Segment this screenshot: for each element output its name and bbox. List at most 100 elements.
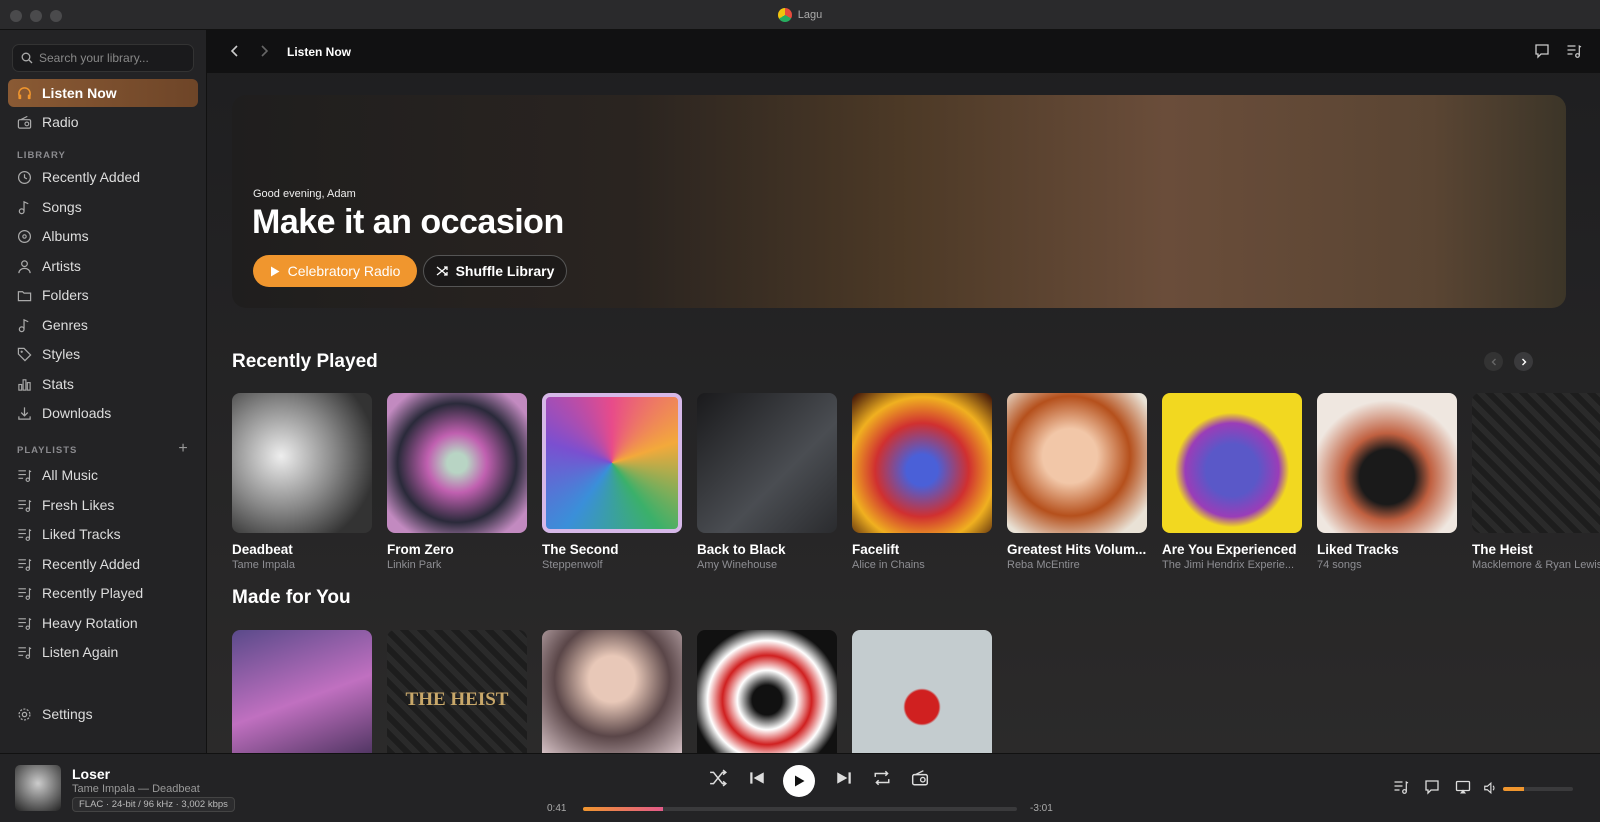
album-cover [1317, 393, 1457, 533]
chevron-right-icon [1521, 358, 1526, 365]
sidebar-item-all-music[interactable]: All Music [8, 461, 198, 489]
progress-fill [583, 807, 664, 811]
album-card-greatest-hits[interactable]: Greatest Hits Volum... Reba McEntire [1007, 393, 1147, 571]
lyrics-icon[interactable] [1424, 779, 1440, 795]
album-cover [387, 393, 527, 533]
search-icon [21, 52, 33, 64]
album-card-the-second[interactable]: The Second Steppenwolf [542, 393, 682, 571]
hero-headline: Make it an occasion [252, 203, 564, 241]
previous-track-icon[interactable] [748, 769, 766, 787]
sidebar-item-fresh-likes[interactable]: Fresh Likes [8, 491, 198, 519]
remaining-time: -3:01 [1030, 803, 1053, 814]
mix-cover [232, 630, 372, 753]
bar-chart-icon [18, 378, 31, 391]
clock-icon [17, 170, 32, 184]
now-playing-title[interactable]: Loser [72, 766, 110, 782]
search-input[interactable] [39, 51, 189, 65]
sidebar-item-genres[interactable]: Genres [8, 311, 198, 339]
sidebar-item-recently-played[interactable]: Recently Played [8, 579, 198, 607]
mix-card[interactable] [852, 630, 992, 753]
album-cover [542, 393, 682, 533]
playlist-icon [18, 587, 32, 600]
radio-icon [17, 115, 32, 129]
radio-icon[interactable] [911, 769, 929, 787]
sidebar-item-stats[interactable]: Stats [8, 370, 198, 398]
now-playing-artwork[interactable] [15, 765, 61, 811]
playlist-icon [18, 617, 32, 630]
sidebar-item-liked-tracks[interactable]: Liked Tracks [8, 520, 198, 548]
album-card-deadbeat[interactable]: Deadbeat Tame Impala [232, 393, 372, 571]
album-cover [1472, 393, 1600, 533]
audio-format-badge: FLAC · 24-bit / 96 kHz · 3,002 kbps [72, 797, 235, 812]
sidebar-item-listen-again[interactable]: Listen Again [8, 638, 198, 666]
lyrics-icon[interactable] [1534, 43, 1550, 59]
album-card-liked-tracks[interactable]: Liked Tracks 74 songs [1317, 393, 1457, 571]
sidebar-item-recently-added[interactable]: Recently Added [8, 163, 198, 191]
hero-greeting: Good evening, Adam [253, 188, 356, 200]
headphones-icon [18, 86, 31, 99]
mix-card[interactable] [697, 630, 837, 753]
sidebar-item-downloads[interactable]: Downloads [8, 399, 198, 427]
celebratory-radio-button[interactable]: Celebratory Radio [253, 255, 417, 287]
app-logo-icon [777, 8, 792, 22]
airplay-icon[interactable] [1455, 779, 1471, 795]
shuffle-icon[interactable] [709, 769, 727, 787]
shuffle-library-button[interactable]: Shuffle Library [423, 255, 567, 287]
page-title: Listen Now [287, 45, 352, 59]
sidebar-item-albums[interactable]: Albums [8, 222, 198, 250]
sidebar-item-settings[interactable]: Settings [8, 700, 198, 728]
mix-cover [542, 630, 682, 753]
queue-icon[interactable] [1393, 779, 1409, 795]
sidebar-item-heavy-rotation[interactable]: Heavy Rotation [8, 609, 198, 637]
album-card-are-you-experienced[interactable]: Are You Experienced The Jimi Hendrix Exp… [1162, 393, 1302, 571]
album-cover [1007, 393, 1147, 533]
sidebar-item-folders[interactable]: Folders [8, 281, 198, 309]
library-section-label: LIBRARY [17, 150, 66, 161]
title-bar: Lagu [0, 0, 1600, 30]
now-playing-artist[interactable]: Tame Impala — Deadbeat [72, 783, 200, 795]
person-icon [18, 259, 31, 273]
add-playlist-button[interactable]: + [175, 440, 191, 458]
album-cover [232, 393, 372, 533]
sidebar: Listen Now Radio LIBRARY Recently Added … [0, 30, 207, 753]
download-icon [18, 406, 31, 420]
album-cover [697, 393, 837, 533]
album-card-the-heist[interactable]: The Heist Macklemore & Ryan Lewis [1472, 393, 1600, 571]
volume-fill [1503, 787, 1524, 791]
window-title: Lagu [0, 8, 1600, 22]
sidebar-item-songs[interactable]: Songs [8, 193, 198, 221]
playlist-icon [18, 499, 32, 512]
mix-cover [852, 630, 992, 753]
sidebar-item-radio[interactable]: Radio [8, 108, 198, 136]
shuffle-icon [436, 266, 448, 276]
album-card-from-zero[interactable]: From Zero Linkin Park [387, 393, 527, 571]
album-cover [1162, 393, 1302, 533]
player-bar: Loser Tame Impala — Deadbeat FLAC · 24-b… [0, 753, 1600, 822]
album-card-facelift[interactable]: Facelift Alice in Chains [852, 393, 992, 571]
mix-card[interactable] [232, 630, 372, 753]
mix-card[interactable] [542, 630, 682, 753]
volume-icon[interactable] [1483, 781, 1497, 795]
play-pause-button[interactable] [783, 765, 815, 797]
sidebar-item-artists[interactable]: Artists [8, 252, 198, 280]
playlist-icon [18, 469, 32, 482]
next-track-icon[interactable] [835, 769, 853, 787]
album-card-back-to-black[interactable]: Back to Black Amy Winehouse [697, 393, 837, 571]
sidebar-item-listen-now[interactable]: Listen Now [8, 79, 198, 107]
forward-chevron-icon[interactable] [256, 43, 272, 59]
play-icon [795, 775, 805, 787]
volume-slider[interactable] [1503, 787, 1573, 791]
sidebar-item-styles[interactable]: Styles [8, 340, 198, 368]
queue-icon[interactable] [1566, 43, 1582, 59]
progress-bar[interactable] [583, 807, 1017, 811]
repeat-icon[interactable] [873, 769, 891, 787]
carousel-prev-button[interactable] [1484, 352, 1503, 371]
chevron-left-icon [1491, 358, 1496, 365]
search-box[interactable] [12, 44, 194, 72]
made-for-you-title: Made for You [232, 587, 351, 608]
mix-card[interactable]: THE HEIST [387, 630, 527, 753]
sidebar-item-recently-added-playlist[interactable]: Recently Added [8, 550, 198, 578]
carousel-next-button[interactable] [1514, 352, 1533, 371]
back-chevron-icon[interactable] [227, 43, 243, 59]
toolbar: Listen Now [207, 30, 1600, 73]
